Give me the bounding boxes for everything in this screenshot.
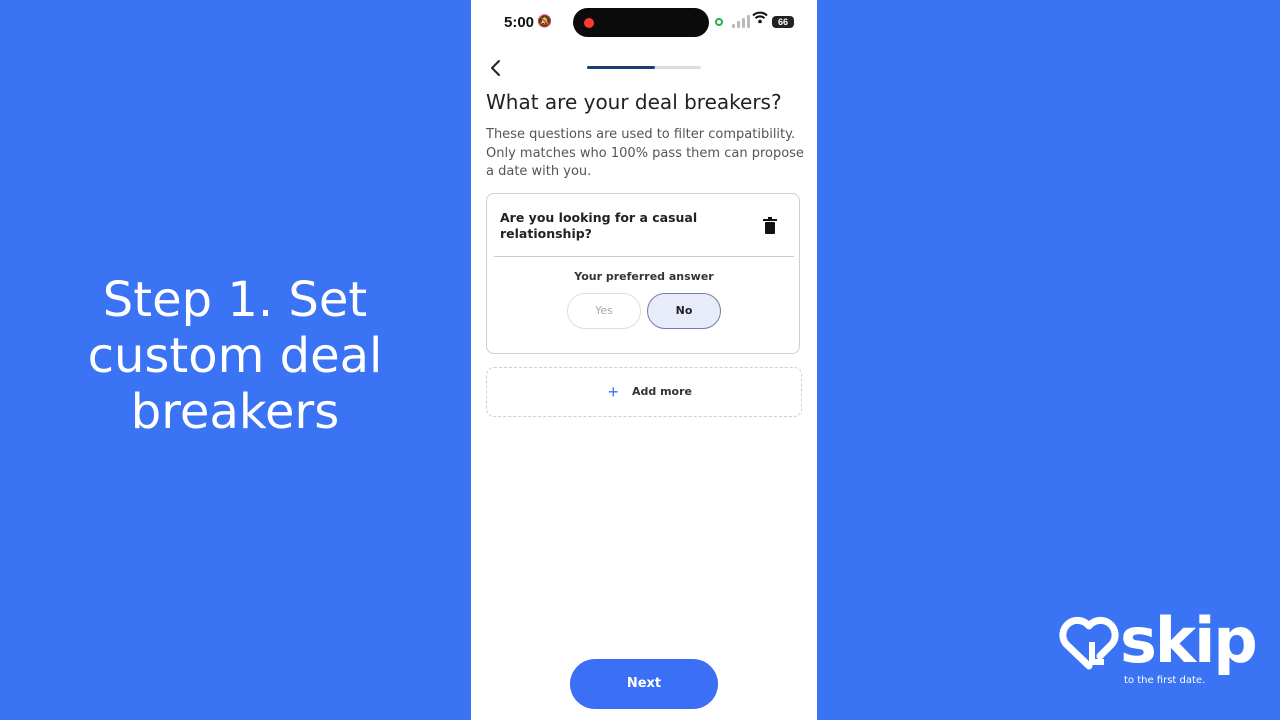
logo-wordmark: skip bbox=[1120, 604, 1258, 677]
plus-icon: + bbox=[608, 382, 619, 402]
status-bar: 5:00 🔕 66 bbox=[471, 0, 817, 44]
preferred-answer-label: Your preferred answer bbox=[574, 270, 714, 283]
step-caption: Step 1. Set custom deal breakers bbox=[40, 272, 430, 440]
answer-yes-button[interactable]: Yes bbox=[567, 293, 641, 329]
caption-line: custom deal bbox=[87, 328, 383, 384]
answer-no-button[interactable]: No bbox=[647, 293, 721, 329]
caption-line: breakers bbox=[130, 384, 340, 440]
status-time: 5:00 bbox=[504, 14, 535, 31]
heart-logo-icon bbox=[1059, 616, 1119, 670]
signal-icon bbox=[732, 15, 750, 28]
phone-screen: 5:00 🔕 66 What are your deal breakers? T… bbox=[471, 0, 817, 720]
question-text: Are you looking for a casual relationshi… bbox=[500, 210, 698, 241]
bell-slash-icon: 🔕 bbox=[537, 14, 552, 28]
next-button[interactable]: Next bbox=[570, 659, 718, 709]
camera-in-use-icon bbox=[715, 18, 723, 26]
page-description: These questions are used to filter compa… bbox=[486, 127, 804, 179]
add-more-button[interactable]: + Add more bbox=[486, 367, 802, 417]
wifi-icon bbox=[752, 11, 768, 27]
trash-icon bbox=[763, 217, 777, 234]
card-divider bbox=[494, 256, 794, 257]
logo-tagline: to the first date. bbox=[1124, 675, 1206, 686]
chevron-left-icon bbox=[491, 60, 500, 76]
add-more-label: Add more bbox=[632, 385, 692, 398]
progress-fill bbox=[587, 66, 656, 69]
skip-logo: skip to the first date. bbox=[1058, 604, 1258, 692]
page-title: What are your deal breakers? bbox=[486, 90, 782, 114]
battery-icon: 66 bbox=[772, 16, 794, 28]
caption-line: Step 1. Set bbox=[102, 272, 368, 328]
dynamic-island bbox=[573, 8, 709, 37]
recording-dot-icon bbox=[584, 18, 594, 28]
back-button[interactable] bbox=[485, 57, 507, 79]
progress-bar bbox=[587, 66, 701, 69]
delete-question-button[interactable] bbox=[762, 217, 778, 235]
deal-breaker-card: Are you looking for a casual relationshi… bbox=[486, 193, 800, 354]
